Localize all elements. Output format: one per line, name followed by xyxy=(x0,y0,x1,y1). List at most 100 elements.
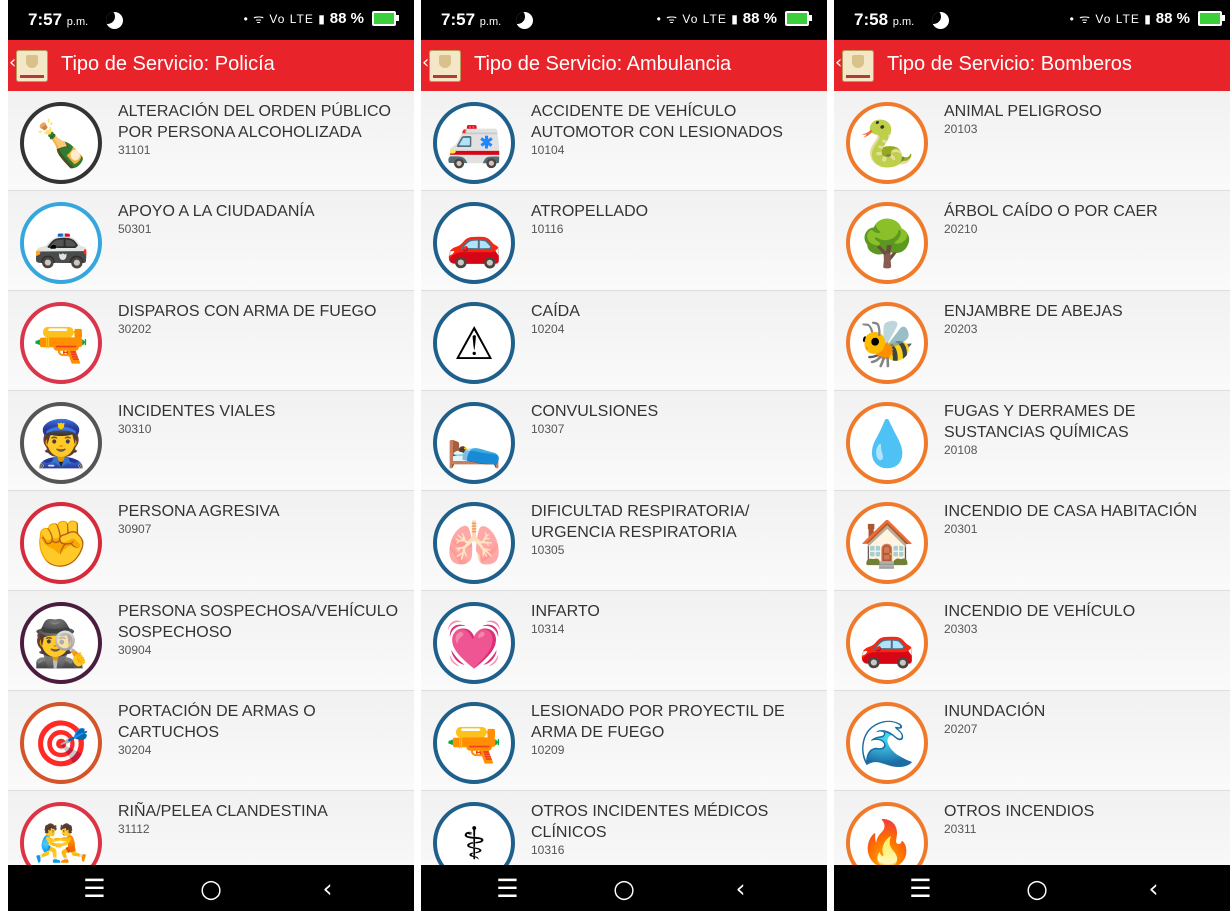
traffic-officer-icon-glyph: 👮 xyxy=(32,416,90,470)
recents-button[interactable]: ☰ xyxy=(65,874,125,903)
service-list[interactable]: 🍾 ALTERACIÓN DEL ORDEN PÚBLICO POR PERSO… xyxy=(8,91,414,865)
service-name: ÁRBOL CAÍDO O POR CAER xyxy=(944,203,1158,220)
injured-vehicle-icon-glyph: 🚑 xyxy=(445,116,503,170)
status-ampm: p.m. xyxy=(479,16,502,28)
caduceus-icon: ⚕ xyxy=(433,802,515,865)
list-item[interactable]: 🐝 ENJAMBRE DE ABEJAS 20203 xyxy=(834,291,1230,391)
status-time: 7:57 p.m. xyxy=(441,10,501,30)
seguridad-logo[interactable] xyxy=(842,50,874,82)
home-button[interactable]: ○ xyxy=(1007,874,1067,903)
back-button[interactable]: ‹ xyxy=(711,874,771,903)
do-not-disturb-icon xyxy=(106,12,123,29)
battery-percent: 88 % xyxy=(329,10,364,27)
seguridad-logo[interactable] xyxy=(16,50,48,82)
list-item[interactable]: 🍾 ALTERACIÓN DEL ORDEN PÚBLICO POR PERSO… xyxy=(8,91,414,191)
heart-attack-icon: 💓 xyxy=(433,602,515,684)
service-code: 10307 xyxy=(531,422,565,436)
list-item[interactable]: 🔫 LESIONADO POR PROYECTIL DE ARMA DE FUE… xyxy=(421,691,827,791)
beehive-icon-glyph: 🐝 xyxy=(858,316,916,370)
status-indicators: • ᯤ Vo LTE ▮ 88 % xyxy=(1070,10,1225,27)
fist-icon: ✊ xyxy=(20,502,102,584)
lungs-icon-glyph: 🫁 xyxy=(445,516,503,570)
service-name: ALTERACIÓN DEL ORDEN PÚBLICO POR PERSONA… xyxy=(118,103,391,141)
battery-percent: 88 % xyxy=(742,10,777,27)
status-bar: 7:57 p.m. • ᯤ Vo LTE ▮ 88 % xyxy=(421,0,827,40)
snake-icon: 🐍 xyxy=(846,102,928,184)
list-item[interactable]: 🚓 APOYO A LA CIUDADANÍA 50301 xyxy=(8,191,414,291)
list-item[interactable]: 🐍 ANIMAL PELIGROSO 20103 xyxy=(834,91,1230,191)
service-name: PERSONA SOSPECHOSA/VEHÍCULO SOSPECHOSO xyxy=(118,603,399,641)
android-nav-bar: ☰ ○ ‹ xyxy=(421,865,827,911)
status-time: 7:58 p.m. xyxy=(854,10,914,30)
list-item[interactable]: 🚗 INCENDIO DE VEHÍCULO 20303 xyxy=(834,591,1230,691)
list-item[interactable]: 💓 INFARTO 10314 xyxy=(421,591,827,691)
service-code: 10104 xyxy=(531,143,565,157)
vehicle-fire-icon: 🚗 xyxy=(846,602,928,684)
service-code: 30202 xyxy=(118,322,152,336)
list-item[interactable]: 🫁 DIFICULTAD RESPIRATORIA/ URGENCIA RESP… xyxy=(421,491,827,591)
list-item[interactable]: 🌊 INUNDACIÓN 20207 xyxy=(834,691,1230,791)
battery-icon xyxy=(1198,11,1225,26)
list-item[interactable]: 💧 FUGAS Y DERRAMES DE SUSTANCIAS QUÍMICA… xyxy=(834,391,1230,491)
app-bar: ‹ Tipo de Servicio: Bomberos xyxy=(834,40,1230,91)
back-button[interactable]: ‹ xyxy=(1124,874,1184,903)
list-item[interactable]: ⚠ CAÍDA 10204 xyxy=(421,291,827,391)
service-name: RIÑA/PELEA CLANDESTINA xyxy=(118,803,328,820)
back-button[interactable]: ‹ xyxy=(298,874,358,903)
recents-button[interactable]: ☰ xyxy=(891,874,951,903)
list-item[interactable]: 🔫 DISPAROS CON ARMA DE FUEGO 30202 xyxy=(8,291,414,391)
app-bar: ‹ Tipo de Servicio: Policía xyxy=(8,40,414,91)
seizure-icon-glyph: 🛌 xyxy=(445,416,503,470)
list-item[interactable]: 🎯 PORTACIÓN DE ARMAS O CARTUCHOS 30204 xyxy=(8,691,414,791)
list-item[interactable]: 🤼 RIÑA/PELEA CLANDESTINA 31112 xyxy=(8,791,414,865)
service-code: 20311 xyxy=(944,822,977,836)
service-name: ANIMAL PELIGROSO xyxy=(944,103,1102,120)
service-code: 31112 xyxy=(118,822,150,836)
list-item[interactable]: 🌳 ÁRBOL CAÍDO O POR CAER 20210 xyxy=(834,191,1230,291)
battery-icon xyxy=(372,11,399,26)
service-name: ATROPELLADO xyxy=(531,203,649,220)
list-item[interactable]: 🔥 OTROS INCENDIOS 20311 xyxy=(834,791,1230,865)
service-list[interactable]: 🐍 ANIMAL PELIGROSO 20103 🌳 ÁRBOL CAÍDO O… xyxy=(834,91,1230,865)
house-fire-icon: 🏠 xyxy=(846,502,928,584)
pistol-icon: 🔫 xyxy=(433,702,515,784)
police-car-icon-glyph: 🚓 xyxy=(32,216,90,270)
chemical-leak-icon: 💧 xyxy=(846,402,928,484)
vehicle-fire-icon-glyph: 🚗 xyxy=(858,616,916,670)
home-button[interactable]: ○ xyxy=(181,874,241,903)
do-not-disturb-icon xyxy=(932,12,949,29)
fall-icon: ⚠ xyxy=(433,302,515,384)
service-code: 20210 xyxy=(944,222,978,236)
service-name: INUNDACIÓN xyxy=(944,703,1046,720)
list-item[interactable]: 🛌 CONVULSIONES 10307 xyxy=(421,391,827,491)
list-item[interactable]: 🕵 PERSONA SOSPECHOSA/VEHÍCULO SOSPECHOSO… xyxy=(8,591,414,691)
status-clock: 7:57 xyxy=(441,10,476,29)
service-code: 31101 xyxy=(118,143,151,157)
list-item[interactable]: ✊ PERSONA AGRESIVA 30907 xyxy=(8,491,414,591)
traffic-officer-icon: 👮 xyxy=(20,402,102,484)
status-ampm: p.m. xyxy=(66,16,89,28)
list-item[interactable]: 🚗 ATROPELLADO 10116 xyxy=(421,191,827,291)
seguridad-logo[interactable] xyxy=(429,50,461,82)
beehive-icon: 🐝 xyxy=(846,302,928,384)
list-item[interactable]: ⚕ OTROS INCIDENTES MÉDICOS CLÍNICOS 1031… xyxy=(421,791,827,865)
signal-icon: • ᯤ Vo LTE ▮ xyxy=(243,12,326,26)
service-code: 10314 xyxy=(531,622,565,636)
service-list[interactable]: 🚑 ACCIDENTE DE VEHÍCULO AUTOMOTOR CON LE… xyxy=(421,91,827,865)
snake-icon-glyph: 🐍 xyxy=(858,116,916,170)
home-button[interactable]: ○ xyxy=(594,874,654,903)
service-code: 10204 xyxy=(531,322,565,336)
drunk-person-icon: 🍾 xyxy=(20,102,102,184)
status-bar: 7:57 p.m. • ᯤ Vo LTE ▮ 88 % xyxy=(8,0,414,40)
list-item[interactable]: 🚑 ACCIDENTE DE VEHÍCULO AUTOMOTOR CON LE… xyxy=(421,91,827,191)
status-clock: 7:57 xyxy=(28,10,63,29)
android-nav-bar: ☰ ○ ‹ xyxy=(8,865,414,911)
list-item[interactable]: 🏠 INCENDIO DE CASA HABITACIÓN 20301 xyxy=(834,491,1230,591)
service-name: CAÍDA xyxy=(531,303,580,320)
recents-button[interactable]: ☰ xyxy=(478,874,538,903)
service-code: 10316 xyxy=(531,843,565,857)
suspect-icon-glyph: 🕵 xyxy=(32,616,90,670)
list-item[interactable]: 👮 INCIDENTES VIALES 30310 xyxy=(8,391,414,491)
heart-attack-icon-glyph: 💓 xyxy=(445,616,503,670)
pistol-icon-glyph: 🔫 xyxy=(445,716,503,770)
